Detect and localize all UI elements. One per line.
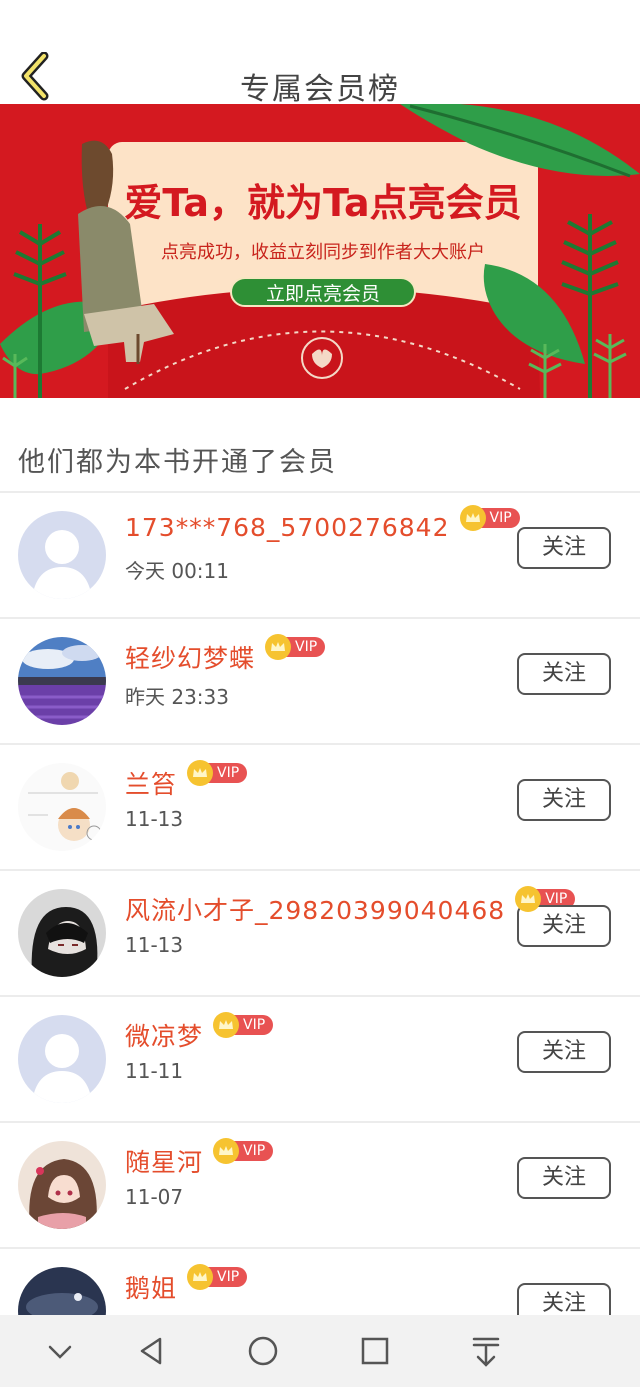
light-up-membership-button[interactable]: 立即点亮会员 <box>230 277 416 307</box>
name-line: 随星河 VIP <box>125 1138 274 1179</box>
follow-button[interactable]: 关注 <box>517 1031 611 1073</box>
list-item[interactable]: 轻纱幻梦蝶 VIP 昨天 23:33 关注 <box>0 619 640 743</box>
back-nav-button[interactable] <box>132 1333 172 1369</box>
username[interactable]: 鹅姐 <box>125 1269 177 1305</box>
username[interactable]: 173***768_5700276842 <box>125 513 450 542</box>
home-circle-icon <box>248 1336 278 1366</box>
vip-badge: VIP <box>213 1138 274 1164</box>
vip-badge: VIP <box>265 634 326 660</box>
vip-badge: VIP <box>213 1012 274 1038</box>
crown-icon <box>265 634 292 660</box>
timestamp: 11-13 <box>125 933 184 957</box>
vip-badge: VIP <box>187 760 248 786</box>
name-line: 鹅姐 VIP <box>125 1264 248 1305</box>
crown-icon <box>187 760 214 786</box>
section-title: 他们都为本书开通了会员 <box>18 447 337 478</box>
list-item[interactable]: 微凉梦 VIP 11-11 关注 <box>0 997 640 1121</box>
vip-badge: VIP <box>187 1264 248 1290</box>
anime-sketch-avatar <box>18 763 106 851</box>
avatar[interactable] <box>18 1141 106 1229</box>
banner-title: 爱Ta，就为Ta点亮会员 <box>124 181 522 225</box>
name-line: 轻纱幻梦蝶 VIP <box>125 634 326 675</box>
recents-nav-button[interactable] <box>355 1333 395 1369</box>
avatar[interactable] <box>18 889 106 977</box>
promo-banner[interactable]: 爱Ta，就为Ta点亮会员 点亮成功，收益立刻同步到作者大大账户 立即点亮会员 <box>0 104 640 398</box>
default-avatar-icon <box>18 511 106 599</box>
collapse-nav-button[interactable] <box>40 1333 80 1369</box>
vip-badge: VIP <box>459 504 520 531</box>
system-navigation-bar <box>0 1315 640 1387</box>
timestamp: 今天 00:11 <box>125 559 229 583</box>
avatar[interactable] <box>18 763 106 851</box>
list-item[interactable]: 随星河 VIP 11-07 关注 <box>0 1123 640 1247</box>
recents-square-icon <box>361 1337 389 1365</box>
timestamp: 11-13 <box>125 807 184 831</box>
username[interactable]: 兰笞 <box>125 765 177 801</box>
list-item[interactable]: 风流小才子_29820399040468 VIP 11-13 关注 <box>0 871 640 995</box>
timestamp: 11-11 <box>125 1059 184 1083</box>
crown-icon <box>459 504 486 531</box>
download-nav-button[interactable] <box>466 1333 506 1369</box>
avatar[interactable] <box>18 1015 106 1103</box>
timestamp: 昨天 23:33 <box>125 685 229 709</box>
back-triangle-icon <box>140 1337 162 1365</box>
header: 专属会员榜 <box>0 0 640 107</box>
crown-icon <box>187 1264 214 1290</box>
name-line: 兰笞 VIP <box>125 760 248 801</box>
name-line: 173***768_5700276842 VIP <box>125 504 520 542</box>
username[interactable]: 风流小才子_29820399040468 <box>125 891 505 927</box>
list-item[interactable]: 兰笞 VIP 11-13 关注 <box>0 745 640 869</box>
chevron-down-icon <box>48 1345 72 1359</box>
hooded-anime-avatar <box>18 889 106 977</box>
avatar[interactable] <box>18 637 106 725</box>
crown-icon <box>213 1012 240 1038</box>
username[interactable]: 随星河 <box>125 1143 203 1179</box>
lavender-field-avatar <box>18 637 106 725</box>
anime-girl-avatar <box>18 1141 106 1229</box>
banner-subtitle: 点亮成功，收益立刻同步到作者大大账户 <box>161 242 485 263</box>
default-avatar-icon <box>18 1015 106 1103</box>
name-line: 微凉梦 VIP <box>125 1012 274 1053</box>
name-line: 风流小才子_29820399040468 VIP <box>125 886 576 927</box>
avatar[interactable] <box>18 511 106 599</box>
download-icon <box>472 1337 500 1367</box>
timestamp: 11-07 <box>125 1185 184 1209</box>
follow-button[interactable]: 关注 <box>517 1157 611 1199</box>
username[interactable]: 微凉梦 <box>125 1017 203 1053</box>
username[interactable]: 轻纱幻梦蝶 <box>125 639 255 675</box>
page-title: 专属会员榜 <box>240 72 400 107</box>
list-item[interactable]: 173***768_5700276842 VIP 今天 00:11 关注 <box>0 493 640 617</box>
follow-button[interactable]: 关注 <box>517 527 611 569</box>
home-nav-button[interactable] <box>243 1333 283 1369</box>
follow-button[interactable]: 关注 <box>517 779 611 821</box>
follow-button[interactable]: 关注 <box>517 653 611 695</box>
crown-icon <box>515 886 542 912</box>
crown-icon <box>213 1138 240 1164</box>
